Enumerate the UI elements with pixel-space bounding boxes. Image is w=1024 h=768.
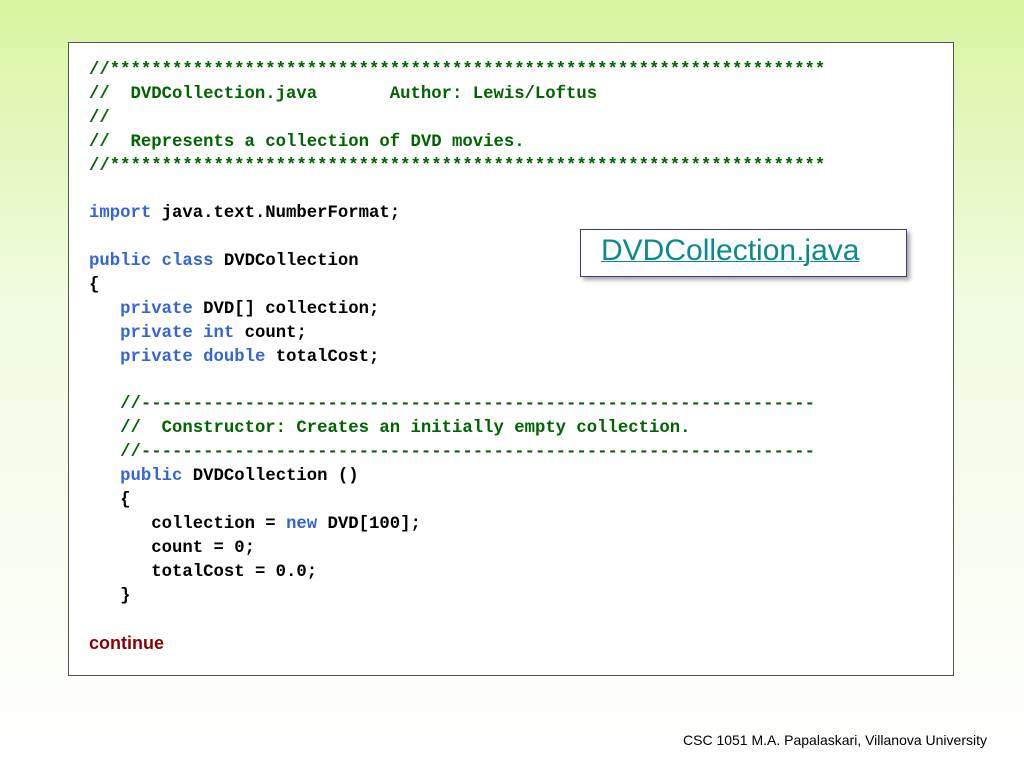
field-collection: private DVD[] collection;: [89, 298, 825, 322]
public-keyword: public: [120, 467, 183, 487]
class-keyword: class: [161, 252, 214, 272]
class-open-brace: {: [89, 276, 100, 296]
footer-credit: CSC 1051 M.A. Papalaskari, Villanova Uni…: [683, 732, 987, 748]
double-keyword: double: [203, 347, 266, 367]
file-link-box[interactable]: DVDCollection.java: [580, 229, 907, 277]
header-border-top: //**************************************…: [89, 61, 826, 80]
constructor-name: DVDCollection (): [182, 467, 359, 487]
import-line: import java.text.NumberFormat;: [89, 202, 825, 226]
statement-total-cost: totalCost = 0.0;: [151, 562, 318, 582]
private-keyword: private: [120, 299, 193, 319]
header-description: // Represents a collection of DVD movies…: [89, 132, 525, 152]
field-count: private int count;: [89, 322, 825, 346]
header-blank-comment: //: [89, 108, 110, 128]
constructor-comment-top: //--------------------------------------…: [120, 395, 815, 415]
file-link[interactable]: DVDCollection.java: [601, 234, 859, 267]
import-target: java.text.NumberFormat;: [151, 204, 401, 224]
constructor-comment-description: // Constructor: Creates an initially emp…: [120, 419, 691, 439]
field-total-cost-decl: totalCost;: [265, 347, 380, 367]
statement-count: count = 0;: [151, 538, 255, 558]
code-listing: //**************************************…: [89, 59, 825, 656]
class-name: DVDCollection: [213, 252, 359, 272]
private-keyword: private: [120, 347, 193, 367]
constructor-signature: public DVDCollection (): [89, 465, 825, 489]
constructor-open-brace: {: [120, 491, 131, 511]
constructor-comment-bottom: //--------------------------------------…: [120, 443, 815, 463]
new-keyword: new: [286, 514, 318, 534]
import-keyword: import: [89, 204, 152, 224]
field-count-decl: count;: [234, 323, 307, 343]
header-file-line: // DVDCollection.java Author: Lewis/Loft…: [89, 84, 598, 104]
int-keyword: int: [203, 323, 235, 343]
header-border-bottom: //**************************************…: [89, 156, 826, 176]
code-panel: //**************************************…: [68, 42, 954, 676]
statement-collection: collection = new DVD[100];: [151, 514, 421, 534]
constructor-close-brace: }: [120, 586, 131, 606]
private-keyword: private: [120, 323, 193, 343]
field-collection-decl: DVD[] collection;: [192, 299, 380, 319]
continue-label: continue: [89, 633, 164, 654]
public-keyword: public: [89, 252, 152, 272]
field-total-cost: private double totalCost;: [89, 346, 825, 370]
